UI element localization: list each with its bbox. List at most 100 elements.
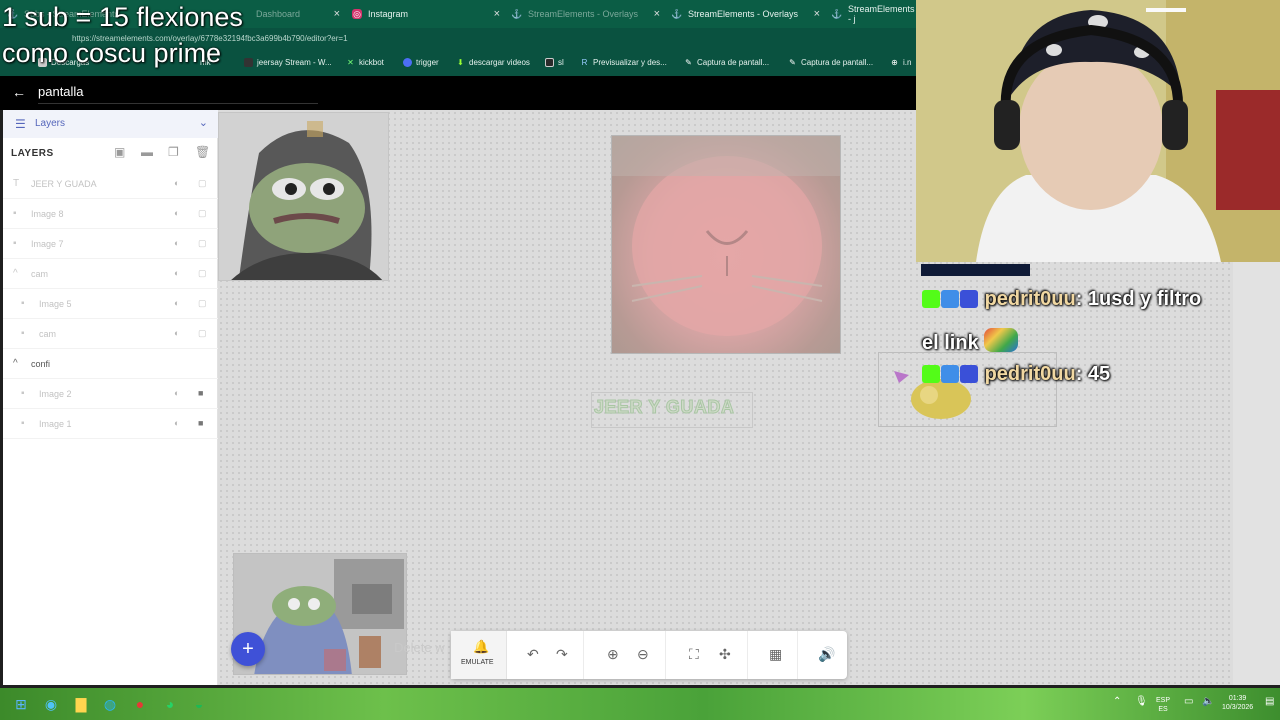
folder-icon[interactable]: ▇: [72, 695, 90, 713]
network-icon[interactable]: ▭: [1184, 697, 1193, 707]
visibility-off-icon[interactable]: ◐: [174, 418, 179, 428]
layer-row[interactable]: T JEER Y GUADA ◐ ▢: [3, 169, 218, 199]
page-icon: [244, 58, 253, 67]
bookmark-captura-2[interactable]: ✎ Captura de pantall...: [788, 58, 873, 67]
lock-open-icon[interactable]: ▢: [198, 268, 207, 279]
layer-row[interactable]: ▪ Image 2 ◐ ■: [3, 379, 218, 409]
trash-icon[interactable]: 🗑: [195, 145, 210, 159]
language-indicator[interactable]: ESP ES: [1156, 696, 1170, 714]
visibility-off-icon[interactable]: ◐: [174, 388, 179, 398]
bookmark-sl[interactable]: sl: [545, 58, 564, 67]
pepe-image-layer[interactable]: [218, 112, 389, 281]
sword-badge-icon: [941, 365, 959, 383]
bookmark-in[interactable]: ⊕ i.n: [890, 58, 911, 67]
emulate-button[interactable]: 🔔 EMULATE: [451, 631, 507, 679]
layer-row[interactable]: ▪ Image 8 ◐ ▢: [3, 199, 218, 229]
folder-icon[interactable]: ▬: [141, 145, 153, 159]
image-layer-icon: ▪: [21, 388, 25, 399]
edge-icon[interactable]: ◉: [42, 695, 60, 713]
spotify-icon[interactable]: ◒: [190, 695, 208, 713]
close-tab-icon[interactable]: ×: [814, 8, 820, 20]
add-group-icon[interactable]: ▣: [114, 145, 125, 159]
kick-badge-icon: [922, 365, 940, 383]
tab-overlays-1[interactable]: ⚓ StreamElements - Overlays ×: [504, 0, 664, 28]
visibility-off-icon[interactable]: ◐: [174, 178, 179, 188]
add-widget-button[interactable]: +: [231, 632, 265, 666]
layer-row[interactable]: ▪ Image 5 ◐ ▢: [3, 289, 218, 319]
lock-open-icon[interactable]: ▢: [198, 328, 207, 339]
visibility-off-icon[interactable]: ◐: [174, 208, 179, 218]
zoom-out-icon[interactable]: ⊖: [637, 646, 649, 663]
grid-icon[interactable]: ▦: [769, 646, 782, 663]
instagram-icon: ◎: [352, 8, 362, 19]
visibility-off-icon[interactable]: ◐: [174, 238, 179, 248]
title-underline: [38, 103, 318, 104]
layer-row[interactable]: ▪ Image 7 ◐ ▢: [3, 229, 218, 259]
lock-open-icon[interactable]: ▢: [198, 238, 207, 249]
bookmark-captura-1[interactable]: ✎ Captura de pantall...: [684, 58, 769, 67]
obs-icon[interactable]: ●: [131, 695, 149, 713]
pen-icon: ✎: [685, 58, 692, 67]
lock-icon[interactable]: ■: [198, 418, 203, 428]
chat-username: pedrit0uu: [984, 363, 1076, 385]
overlay-name[interactable]: pantalla: [38, 84, 84, 99]
redo-icon[interactable]: ↷: [556, 646, 568, 663]
volume-icon[interactable]: 🔊: [818, 646, 835, 663]
chevron-down-icon[interactable]: ⌄: [199, 116, 208, 129]
browser-icon[interactable]: ◍: [101, 695, 119, 713]
zoom-in-icon[interactable]: ⊕: [607, 646, 619, 663]
close-tab-icon[interactable]: ×: [494, 8, 500, 20]
bookmark-kickbot[interactable]: ✕ kickbot: [346, 58, 384, 67]
arrow-left-icon[interactable]: ←: [12, 84, 26, 100]
cat-image-layer[interactable]: [611, 135, 841, 354]
layer-group-row[interactable]: ^ confi: [3, 349, 218, 379]
clock[interactable]: 01:39 10/3/2026: [1222, 694, 1253, 712]
layer-row[interactable]: ▪ Image 1 ◐ ■: [3, 409, 218, 439]
image-layer-icon: ▪: [13, 238, 17, 249]
cat-face-image: [612, 136, 840, 336]
lock-open-icon[interactable]: ▢: [198, 178, 207, 189]
chat-message: pedrit0uu: 1usd y filtro: [922, 288, 1201, 311]
lock-icon[interactable]: ■: [198, 388, 203, 398]
fullscreen-icon[interactable]: ⛶: [689, 646, 699, 663]
lock-open-icon[interactable]: ▢: [198, 298, 207, 309]
chevron-up-icon[interactable]: ^: [13, 358, 18, 369]
layer-group-row[interactable]: ^ cam ◐ ▢: [3, 259, 218, 289]
streamelements-icon: ⚓: [511, 8, 523, 19]
chat-username: pedrit0uu: [984, 288, 1076, 310]
duplicate-icon[interactable]: ❐: [168, 145, 179, 159]
layer-row[interactable]: ▪ cam ◐ ▢: [3, 319, 218, 349]
delete-hint-text: Delete w: [394, 640, 445, 655]
bookmark-previsualizar[interactable]: R Previsualizar y des...: [580, 58, 667, 67]
tab-instagram[interactable]: ◎ Instagram ×: [344, 0, 504, 28]
whatsapp-icon[interactable]: ◕: [161, 695, 179, 713]
image-layer-icon: ▪: [21, 328, 25, 339]
text-layer-jeer-y-guada[interactable]: JEER Y GUADA: [591, 392, 753, 428]
tab-current[interactable]: ⚓ StreamElements - j: [824, 0, 916, 28]
microphone-icon[interactable]: 🎙: [1135, 697, 1148, 707]
tab-overlays-2[interactable]: ⚓ StreamElements - Overlays ×: [664, 0, 824, 28]
close-tab-icon[interactable]: ×: [654, 8, 660, 20]
screen: ⚓ Subs - StreamElements Dashboard × ◎ In…: [0, 0, 1280, 720]
layers-panel-header[interactable]: ☰ Layers ⌄: [3, 110, 218, 138]
chevron-up-icon[interactable]: ^: [13, 268, 18, 279]
visibility-off-icon[interactable]: ◐: [174, 328, 179, 338]
windows-start-icon[interactable]: ⊞: [12, 695, 30, 713]
visibility-off-icon[interactable]: ◐: [174, 268, 179, 278]
lock-open-icon[interactable]: ▢: [198, 208, 207, 219]
bookmark-jeersay[interactable]: jeersay Stream - W...: [244, 58, 332, 67]
bookmark-descargar-videos[interactable]: ⬇ descargar videos: [456, 58, 530, 67]
toolbar-divider: [665, 631, 666, 679]
chevron-up-icon[interactable]: ⌃: [1113, 697, 1121, 707]
exit-fullscreen-icon[interactable]: ✣: [719, 646, 731, 663]
bookmark-trigger[interactable]: trigger: [403, 58, 439, 67]
visibility-off-icon[interactable]: ◐: [174, 298, 179, 308]
mask-badge-icon: [960, 290, 978, 308]
kick-icon: ✕: [347, 58, 354, 67]
streamer-image: [916, 0, 1280, 262]
speaker-icon[interactable]: 🔈: [1202, 697, 1214, 707]
close-tab-icon[interactable]: ×: [334, 8, 340, 20]
notifications-icon[interactable]: ▤: [1265, 697, 1274, 707]
undo-icon[interactable]: ↶: [527, 646, 539, 663]
emote-icon: [984, 328, 1019, 352]
